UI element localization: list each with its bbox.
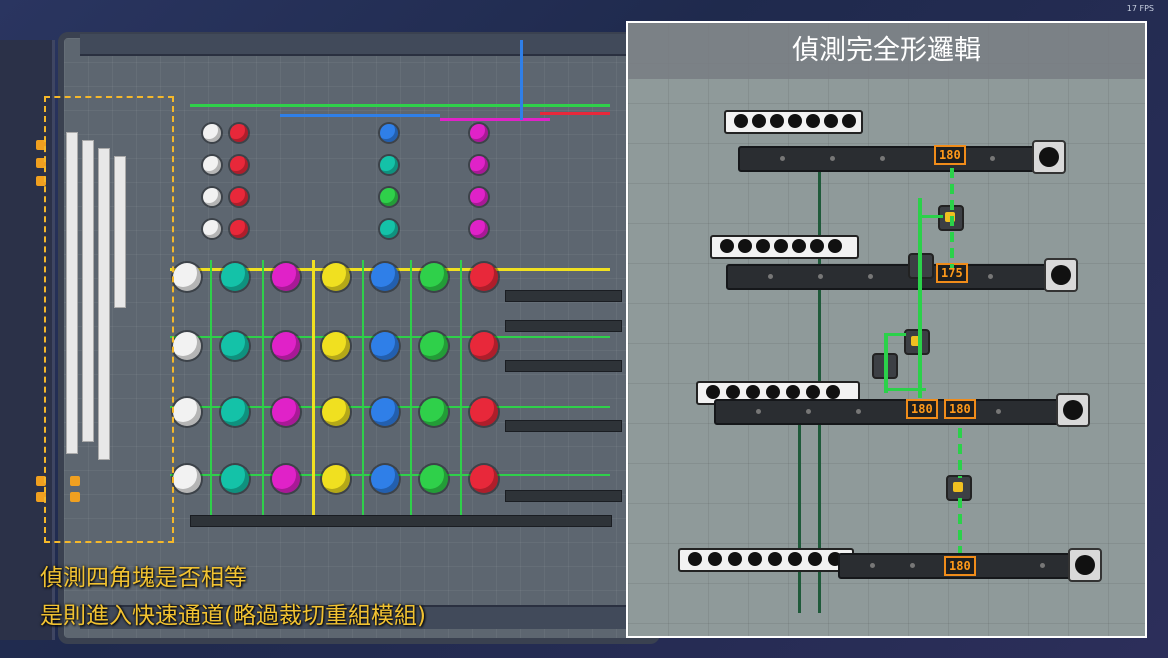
painter-cyan[interactable] (221, 465, 249, 493)
signal-wire-active (884, 333, 888, 393)
conveyor-bottom (190, 515, 612, 527)
end-receiver (1056, 393, 1090, 427)
top-conveyor (80, 34, 640, 56)
mixer-magenta (470, 188, 488, 206)
painter-green[interactable] (420, 263, 448, 291)
painter-yellow[interactable] (322, 263, 350, 291)
corner-detect-highlight (44, 96, 174, 543)
mixer-blue (380, 124, 398, 142)
inset-panel: 偵測完全形邏輯 180 175 180 180 180 (626, 21, 1147, 638)
mixer-white (203, 156, 221, 174)
signal-wire-active (918, 198, 922, 398)
painter-white[interactable] (173, 332, 201, 360)
conveyor (505, 290, 622, 302)
painter-magenta[interactable] (272, 263, 300, 291)
pipe-green-top (190, 104, 610, 107)
conveyor (505, 360, 622, 372)
painter-magenta[interactable] (272, 465, 300, 493)
shape-rack (710, 235, 859, 259)
end-receiver (1044, 258, 1078, 292)
mixer-magenta (470, 156, 488, 174)
mixer-green (380, 188, 398, 206)
painter-blue[interactable] (371, 332, 399, 360)
signal-wire-active (958, 428, 962, 478)
annotation-line-2: 是則進入快速通道(略過裁切重組模組) (40, 603, 426, 629)
mixer-white (203, 124, 221, 142)
wire-green (460, 260, 462, 520)
signal-wire-active (886, 388, 926, 391)
painter-blue[interactable] (371, 263, 399, 291)
mixer-cyan (380, 156, 398, 174)
counter-display-partial: 180 (906, 399, 938, 419)
painter-cyan[interactable] (221, 332, 249, 360)
annotation-line-1: 偵測四角塊是否相等 (40, 565, 247, 591)
conveyor-belt (714, 399, 1088, 425)
end-receiver (1032, 140, 1066, 174)
counter-display: 180 (934, 145, 966, 165)
wire-green (362, 260, 364, 520)
painter-cyan[interactable] (221, 398, 249, 426)
signal-wire-active (950, 168, 954, 268)
painter-blue[interactable] (371, 398, 399, 426)
painter-yellow[interactable] (322, 398, 350, 426)
signal-wire-active (886, 333, 906, 336)
signal-wire (798, 413, 801, 613)
end-receiver (1068, 548, 1102, 582)
conveyor (505, 420, 622, 432)
painter-red[interactable] (470, 465, 498, 493)
painter-red[interactable] (470, 263, 498, 291)
mixer-white (203, 188, 221, 206)
painter-green[interactable] (420, 398, 448, 426)
painter-white[interactable] (173, 263, 201, 291)
counter-display: 180 (944, 556, 976, 576)
pipe-blue-feed (520, 40, 523, 120)
logic-gate (904, 329, 930, 355)
mixer-red (230, 220, 248, 238)
signal-wire-active (958, 498, 962, 553)
wire-green (210, 260, 212, 520)
wire-green (410, 260, 412, 520)
painter-magenta[interactable] (272, 398, 300, 426)
painter-green[interactable] (420, 332, 448, 360)
painter-red[interactable] (470, 398, 498, 426)
painter-magenta[interactable] (272, 332, 300, 360)
wire-green (262, 260, 264, 520)
painter-red[interactable] (470, 332, 498, 360)
conveyor (505, 320, 622, 332)
painter-green[interactable] (420, 465, 448, 493)
painter-white[interactable] (173, 465, 201, 493)
painter-white[interactable] (173, 398, 201, 426)
signal-wire-active (918, 215, 943, 218)
mixer-cyan (380, 220, 398, 238)
pipe-yellow-v (312, 260, 315, 520)
pipe-blue-top (280, 114, 440, 117)
mixer-magenta (470, 124, 488, 142)
painter-cyan[interactable] (221, 263, 249, 291)
mixer-white (203, 220, 221, 238)
mixer-red (230, 156, 248, 174)
pipe-magenta-top (440, 118, 550, 121)
painter-yellow[interactable] (322, 332, 350, 360)
mixer-red (230, 124, 248, 142)
conveyor-belt (738, 146, 1062, 172)
mixer-magenta (470, 220, 488, 238)
painter-yellow[interactable] (322, 465, 350, 493)
conveyor (505, 490, 622, 502)
counter-display: 180 (944, 399, 976, 419)
game-viewport[interactable]: 17 FPS 偵測四角塊是否相等 是則進入快速通道(略過裁切重組模組) 偵測完全… (0, 0, 1168, 658)
pipe-red-top (540, 112, 610, 115)
shape-rack (724, 110, 863, 134)
conveyor-belt (726, 264, 1075, 290)
painter-blue[interactable] (371, 465, 399, 493)
inset-title: 偵測完全形邏輯 (628, 23, 1145, 79)
shape-rack (678, 548, 854, 572)
mixer-red (230, 188, 248, 206)
fps-counter: 17 FPS (1126, 4, 1154, 13)
